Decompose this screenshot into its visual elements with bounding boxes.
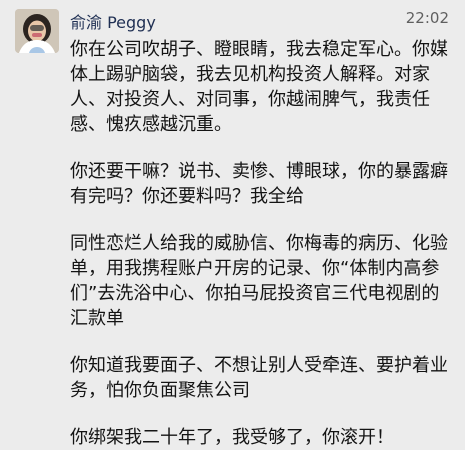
message-timestamp: 22:02 xyxy=(405,9,449,27)
message-body: 你在公司吹胡子、瞪眼睛，我去稳定军心。你媒体上踢驴脑袋，我去见机构投资人解释。对… xyxy=(70,37,454,450)
avatar[interactable] xyxy=(15,9,59,53)
sender-name[interactable]: 俞渝 Peggy xyxy=(70,9,156,33)
message-paragraph: 同性恋烂人给我的威胁信、你梅毒的病历、化验单，用我携程账户开房的记录、你“体制内… xyxy=(70,233,448,329)
avatar-photo-icon xyxy=(15,9,59,53)
message-paragraph: 你在公司吹胡子、瞪眼睛，我去稳定军心。你媒体上踢驴脑袋，我去见机构投资人解释。对… xyxy=(70,39,448,135)
message-paragraph: 你绑架我二十年了，我受够了，你滚开！ xyxy=(70,427,394,448)
message-paragraph: 你还要干嘛？说书、卖惨、博眼球，你的暴露癖有完吗？你还要料吗？我全给 xyxy=(70,161,448,207)
message-paragraph: 你知道我要面子、不想让别人受牵连、要护着业务，怕你负面聚焦公司 xyxy=(70,355,448,401)
